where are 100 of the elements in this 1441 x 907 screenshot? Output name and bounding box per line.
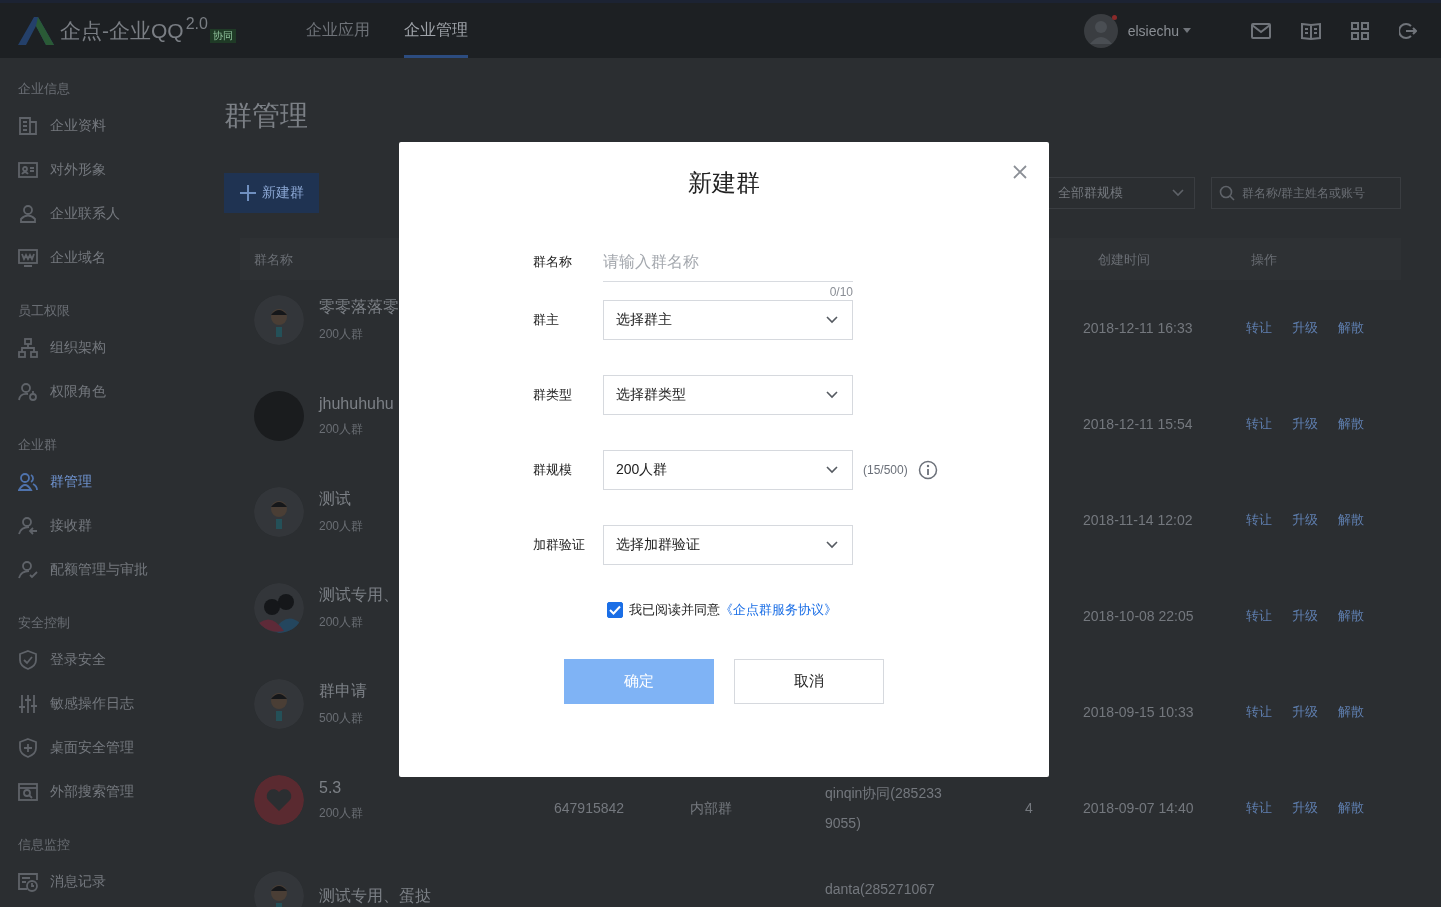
group-name: jhuhuhuhu [319,394,394,413]
row-action-link[interactable]: 升级 [1292,413,1318,435]
info-icon[interactable] [917,460,938,480]
row-action-link[interactable]: 解散 [1338,509,1364,531]
page-title: 群管理 [224,99,309,133]
group-size: 500人群 [319,710,365,727]
search-icon [18,782,38,802]
sliders-icon [18,694,38,714]
sidebar-item[interactable]: 企业域名 [18,236,200,280]
sidebar-item[interactable]: 外部搜索管理 [18,770,200,814]
shieldplus-icon [18,738,38,758]
created-time: 2018-09-07 14:40 [1083,799,1195,818]
person-avatar-icon [254,487,304,537]
row-action-link[interactable]: 转让 [1246,605,1272,627]
book-icon[interactable] [1301,21,1321,40]
row-action-link[interactable]: 解散 [1338,605,1364,627]
row-action-link[interactable]: 升级 [1292,317,1318,339]
brand-name: 企点-企业QQ [60,17,184,44]
chevron-down-icon [826,466,838,474]
group-size: 200人群 [319,804,364,822]
caret-icon [1183,28,1191,33]
group-owner: danta(285271067 [825,880,936,899]
sidebar-section-title: 企业信息 [18,80,71,98]
mail-icon[interactable] [1251,22,1271,39]
doc-icon [18,116,38,136]
close-icon [1013,165,1027,179]
group-name: 测试专用、 [319,585,399,605]
sidebar-item[interactable]: 桌面安全管理 [18,726,200,770]
group-type: 内部群 [690,799,733,818]
group-id: 647915842 [554,799,626,818]
sidebar-item[interactable]: 企业资料 [18,104,200,148]
edition-badge: 协同 [209,28,236,43]
row-action-link[interactable]: 转让 [1246,701,1272,723]
row-action-link[interactable]: 解散 [1338,317,1364,339]
row-action-link[interactable]: 转让 [1246,317,1272,339]
sidebar-item[interactable]: 配额管理与审批 [18,548,200,592]
row-action-link[interactable]: 解散 [1338,701,1364,723]
grid-icon[interactable] [1351,21,1369,40]
group-size: 200人群 [319,420,365,438]
sidebar-item[interactable]: 权限角色 [18,370,200,414]
row-action-link[interactable]: 升级 [1292,797,1318,819]
chevron-down-icon [1172,189,1184,197]
receive-icon [18,516,38,536]
sidebar-section-title: 信息监控 [18,836,71,854]
sidebar-item[interactable]: 敏感操作日志 [18,682,200,726]
row-action-link[interactable]: 转让 [1246,797,1272,819]
www-icon [18,248,38,268]
sidebar-item[interactable]: 组织架构 [18,326,200,370]
column-header: 群名称 [254,251,293,269]
row-action-link[interactable]: 解散 [1338,797,1364,819]
nav-tab[interactable]: 企业管理 [404,3,468,58]
select-dropdown[interactable]: 选择群类型 [603,375,853,415]
agreement-text: 我已阅读并同意 [629,601,720,619]
search-icon [1219,185,1235,201]
cancel-button[interactable]: 取消 [734,659,884,704]
user-menu[interactable]: elsiechu [1127,22,1191,39]
row-action-link[interactable]: 升级 [1292,701,1318,723]
created-time: 2018-11-14 12:02 [1083,511,1194,530]
avatar-icon[interactable] [1083,13,1118,48]
created-time: 2018-12-11 16:33 [1083,319,1194,338]
group-icon [18,472,38,492]
character-counter: 0/10 [829,285,853,299]
quota-note: (15/500) [863,463,908,477]
group-name: 群申请 [319,681,367,701]
group-name: 零零落落零 [319,297,399,317]
sidebar-item[interactable]: 群管理 [18,460,200,504]
select-dropdown[interactable]: 200人群 [603,450,853,490]
history-icon [18,872,38,892]
row-action-link[interactable]: 升级 [1292,605,1318,627]
created-time: 2018-10-08 22:05 [1083,607,1195,626]
row-action-link[interactable]: 升级 [1292,509,1318,531]
sidebar-item[interactable]: 对外形象 [18,148,200,192]
member-count: 4 [1025,799,1034,818]
nav-tab[interactable]: 企业应用 [306,3,370,58]
approve-icon [18,560,38,580]
person-avatar-icon [254,679,304,729]
person-avatar-icon [254,295,304,345]
row-action-link[interactable]: 解散 [1338,413,1364,435]
group-size: 200人群 [319,326,365,343]
sidebar-item[interactable]: 消息记录 [18,860,200,904]
group-size: 200人群 [319,518,364,535]
created-time: 2018-12-11 15:54 [1083,415,1194,434]
agreement-checkbox[interactable] [607,602,623,618]
plus-icon [239,185,256,201]
org-icon [18,338,38,358]
select-dropdown[interactable]: 选择群主 [603,300,853,340]
row-action-link[interactable]: 转让 [1246,413,1272,435]
field-label: 群类型 [533,386,573,404]
sidebar-item[interactable]: 企业联系人 [18,192,200,236]
new-group-button[interactable]: 新建群 [224,173,319,213]
sidebar-item[interactable]: 登录安全 [18,638,200,682]
sidebar-section-title: 安全控制 [18,614,71,632]
row-action-link[interactable]: 转让 [1246,509,1272,531]
sidebar-item[interactable]: 接收群 [18,504,200,548]
chevron-down-icon [826,541,838,549]
shield-icon [18,650,38,670]
agreement-link[interactable]: 《企点群服务协议》 [720,601,837,619]
logout-icon[interactable] [1399,21,1417,40]
created-time: 2018-09-15 10:33 [1083,703,1195,722]
select-dropdown[interactable]: 选择加群验证 [603,525,853,565]
